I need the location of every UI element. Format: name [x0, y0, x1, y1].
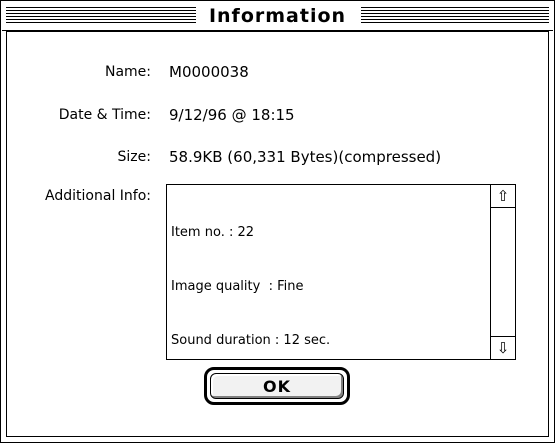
datetime-label: Date & Time: [58, 107, 151, 123]
information-dialog: Information Name: M0000038 Date & Time: … [0, 0, 555, 443]
datetime-value: 9/12/96 @ 18:15 [169, 106, 295, 124]
ok-button[interactable]: OK [210, 373, 344, 399]
additional-info-label: Additional Info: [45, 188, 151, 204]
ok-button-default-ring: OK [204, 367, 350, 405]
additional-info-line: Item no. : 22 [171, 225, 255, 240]
vertical-scrollbar[interactable]: ⇧ ⇩ [490, 185, 515, 359]
scroll-up-icon[interactable]: ⇧ [491, 185, 515, 208]
name-label: Name: [104, 64, 151, 80]
size-label: Size: [117, 149, 151, 165]
additional-info-text[interactable]: Item no. : 22 Image quality : Fine Sound… [171, 188, 487, 359]
title-stripes-left [6, 7, 196, 24]
name-value: M0000038 [169, 63, 249, 81]
size-value: 58.9KB (60,331 Bytes)(compressed) [169, 148, 442, 166]
additional-info-line: Sound duration : 12 sec. [171, 333, 331, 348]
title-bar[interactable]: Information [2, 2, 553, 31]
window-title: Information [200, 4, 355, 28]
scroll-down-icon[interactable]: ⇩ [491, 336, 515, 359]
additional-info-textbox[interactable]: Item no. : 22 Image quality : Fine Sound… [166, 184, 516, 360]
title-stripes-right [361, 7, 549, 24]
additional-info-line: Image quality : Fine [171, 279, 304, 294]
